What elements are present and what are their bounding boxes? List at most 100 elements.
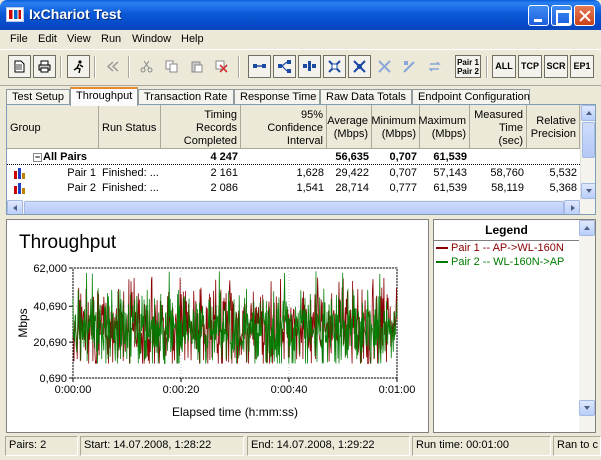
arrow-right-icon [571,205,575,211]
copy-button[interactable] [160,55,183,78]
arrow-up-icon [586,111,592,115]
summary-minimum: 0,707 [389,151,417,163]
scroll-right-button[interactable] [564,200,580,214]
col-group[interactable]: Group [7,105,99,149]
status-end: End: 14.07.2008, 1:29:22 [247,436,410,456]
status-ran: Ran to c [553,436,601,456]
legend-item-pair1[interactable]: Pair 1 -- AP->WL-160N [436,242,564,254]
summary-average: 56,635 [335,151,369,163]
video-pair-icon [378,60,391,73]
col-maximum[interactable]: Maximum (Mbps) [418,105,470,149]
print-button[interactable] [33,55,56,78]
hardware-pair-button[interactable] [323,55,346,78]
tcp-button[interactable]: TCP [518,55,542,78]
status-pairs: Pairs: 2 [5,436,78,456]
grid-header: Group Run Status Timing Records Complete… [7,105,580,149]
scroll-up-button[interactable] [579,220,595,236]
row-measured: 58,760 [490,167,524,179]
y-tick-label: 20,690 [33,337,67,349]
hardware-pair-icon [328,60,341,73]
run-button[interactable] [67,55,90,78]
swap-endpoints-button[interactable] [423,55,446,78]
grid-vertical-scrollbar[interactable] [580,105,595,200]
add-pair-button[interactable] [248,55,271,78]
summary-timing: 4 247 [210,151,238,163]
col-timing-records[interactable]: Timing Records Completed [161,105,241,149]
legend-swatch [436,247,448,249]
paste-icon [191,61,203,73]
y-tick-label: 40,690 [33,301,67,313]
scroll-up-button[interactable] [581,105,595,121]
multicast-icon [278,60,291,73]
menu-run[interactable]: Run [101,33,121,45]
cut-button[interactable] [135,55,158,78]
menu-edit[interactable]: Edit [38,33,57,45]
collapse-icon[interactable]: − [33,152,42,162]
close-button[interactable] [574,5,595,26]
status-runtime: Run time: 00:01:00 [412,436,551,456]
scroll-thumb[interactable] [24,201,564,214]
legend-item-pair2[interactable]: Pair 2 -- WL-160N->AP [436,256,564,268]
back-button[interactable] [101,55,124,78]
row-minimum: 0,707 [389,167,417,179]
ep1-button[interactable]: EP1 [570,55,594,78]
legend-title: Legend [485,223,528,237]
edit-pair-button[interactable] [398,55,421,78]
col-run-status[interactable]: Run Status [99,105,161,149]
bar-chart-icon [14,183,25,194]
tab-throughput[interactable]: Throughput [70,87,138,106]
col-measured-time[interactable]: Measured Time (sec) [470,105,527,149]
scroll-down-button[interactable] [579,400,595,416]
add-multicast-button[interactable] [273,55,296,78]
table-row[interactable]: Pair 1 Finished: ... 2 161 1,628 29,422 … [7,166,580,181]
runner-icon [73,60,84,73]
scroll-down-button[interactable] [581,183,595,199]
pair-toggle-label-2: Pair 2 [457,67,479,76]
x-axis-label: Elapsed time (h:mm:ss) [172,405,298,419]
menu-help[interactable]: Help [181,33,204,45]
delete-button[interactable] [210,55,233,78]
grid-horizontal-scrollbar[interactable] [7,200,595,214]
toolbar: Pair 1 Pair 2 ALL TCP SCR EP1 [0,49,601,86]
pair-toggle-button[interactable]: Pair 1 Pair 2 [455,55,481,78]
col-average[interactable]: Average (Mbps) [327,105,372,149]
menu-window[interactable]: Window [132,33,171,45]
legend-swatch [436,261,448,263]
voip-pair-button[interactable] [298,55,321,78]
status-start: Start: 14.07.2008, 1:28:22 [80,436,244,456]
new-document-icon [14,60,25,73]
maximize-button[interactable] [551,5,572,26]
voip-pair-icon [303,61,316,71]
col-relative-precision[interactable]: Relative Precision [527,105,580,149]
app-group-button[interactable] [348,55,371,78]
legend-vertical-scrollbar[interactable] [579,220,595,432]
row-maximum: 61,539 [433,182,467,194]
toolbar-separator [486,56,488,78]
menu-view[interactable]: View [67,33,91,45]
menu-file[interactable]: File [10,33,28,45]
summary-group-label: All Pairs [43,151,88,163]
summary-maximum: 61,539 [433,151,467,163]
new-button[interactable] [8,55,31,78]
scroll-thumb[interactable] [582,122,595,158]
x-tick-label: 0:00:00 [55,384,92,396]
summary-group: − All Pairs [31,150,101,165]
scr-button[interactable]: SCR [544,55,568,78]
col-minimum[interactable]: Minimum (Mbps) [371,105,420,149]
menu-bar: File Edit View Run Window Help [0,30,601,49]
all-button[interactable]: ALL [492,55,516,78]
summary-row[interactable]: − All Pairs 4 247 56,635 0,707 61,539 [7,150,580,165]
row-timing: 2 161 [210,167,238,179]
minimize-button[interactable] [528,5,549,26]
delete-x-icon [215,60,228,73]
table-row[interactable]: Pair 2 Finished: ... 2 086 1,541 28,714 … [7,181,580,196]
col-confidence-interval[interactable]: 95% Confidence Interval [241,105,327,149]
scroll-left-button[interactable] [7,200,23,214]
row-status: Finished: ... [102,167,159,179]
row-measured: 58,119 [491,182,524,194]
copy-icon [165,60,178,73]
video-pair-button[interactable] [373,55,396,78]
toolbar-separator [238,56,240,78]
title-bar[interactable]: IxChariot Test [0,0,601,30]
paste-button[interactable] [185,55,208,78]
